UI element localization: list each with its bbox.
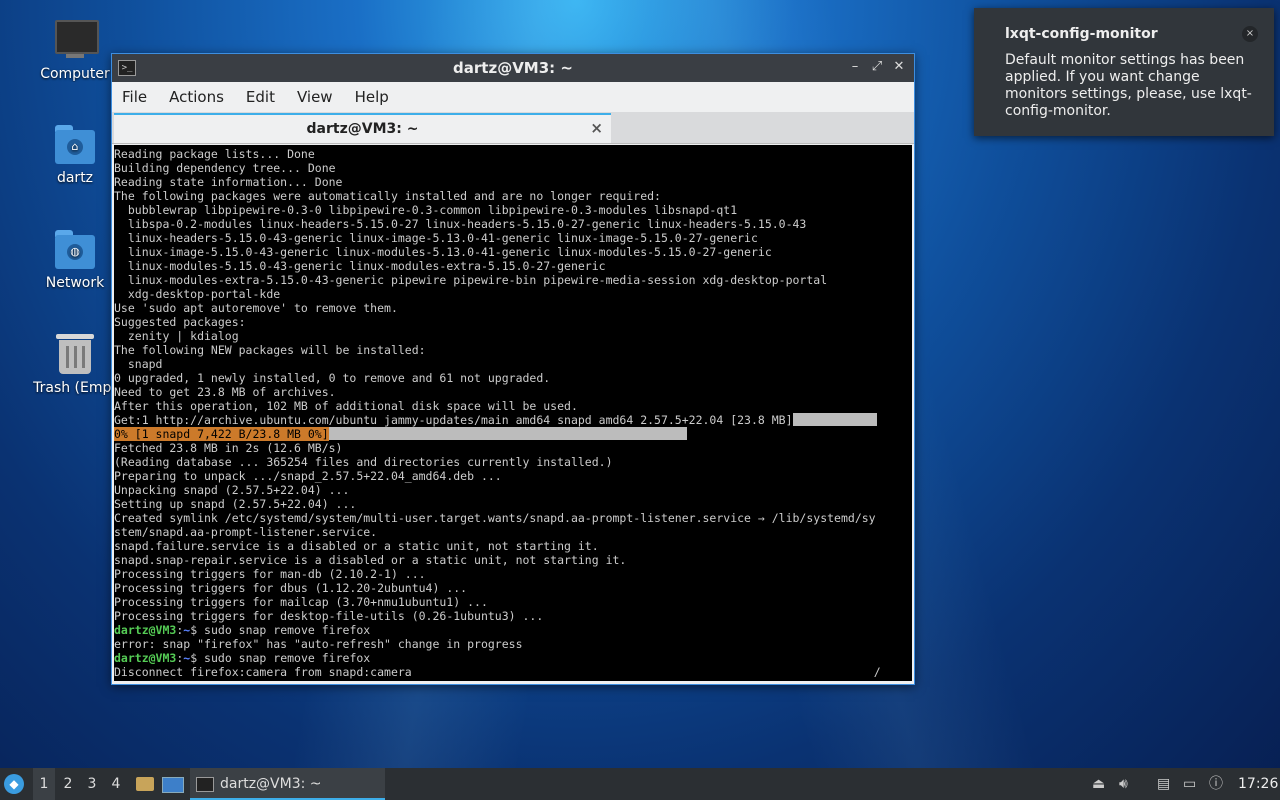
window-title: dartz@VM3: ~: [453, 59, 573, 77]
taskbar: ◆ 1 2 3 4 dartz@VM3: ~ ⏏ 🔊︎ ▤ ▭ ⓘ 17:26: [0, 768, 1280, 800]
terminal-line: Processing triggers for mailcap (3.70+nm…: [114, 595, 488, 609]
terminal-line: libspa-0.2-modules linux-headers-5.15.0-…: [114, 217, 807, 231]
progress-line: 0% [1 snapd 7,422 B/23.8 MB 0%]: [114, 427, 329, 441]
menu-view[interactable]: View: [297, 88, 333, 106]
menu-actions[interactable]: Actions: [169, 88, 224, 106]
command: sudo snap remove firefox: [197, 651, 371, 665]
terminal-line: snapd: [114, 357, 163, 371]
terminal-line: linux-image-5.15.0-43-generic linux-modu…: [114, 245, 772, 259]
desktop-icon-label: dartz: [56, 170, 94, 186]
computer-icon: [53, 18, 99, 62]
maximize-button[interactable]: ⤢: [868, 58, 886, 76]
desktop-icon-network[interactable]: ◍ Network: [30, 227, 120, 291]
command: sudo snap remove firefox: [197, 623, 371, 637]
update-notifier-icon[interactable]: ⓘ: [1209, 768, 1225, 800]
terminal-line: Disconnect firefox:camera from snapd:cam…: [114, 665, 412, 679]
terminal-task-icon: [196, 776, 214, 792]
terminal-line: Processing triggers for man-db (2.10.2-1…: [114, 567, 426, 581]
prompt-user: dartz@VM3: [114, 623, 177, 637]
lxqt-logo-icon: ◆: [4, 774, 24, 794]
terminal-line: Processing triggers for dbus (1.12.20-2u…: [114, 581, 468, 595]
desktop-icon-computer[interactable]: Computer: [30, 18, 120, 82]
terminal-line: linux-modules-5.15.0-43-generic linux-mo…: [114, 259, 606, 273]
home-folder-icon: ⌂: [53, 122, 97, 166]
terminal-line: Reading state information... Done: [114, 175, 343, 189]
terminal-line: Need to get 23.8 MB of archives.: [114, 385, 336, 399]
prompt-user: dartz@VM3: [114, 651, 177, 665]
terminal-line: Preparing to unpack .../snapd_2.57.5+22.…: [114, 469, 502, 483]
workspace-2[interactable]: 2: [57, 768, 79, 800]
terminal-line: The following packages were automaticall…: [114, 189, 661, 203]
tab-terminal[interactable]: dartz@VM3: ~ ×: [114, 113, 611, 143]
desktop-icon-trash[interactable]: Trash (Empt: [30, 332, 120, 396]
start-menu-button[interactable]: ◆: [4, 768, 28, 800]
tab-bar: dartz@VM3: ~ ×: [112, 112, 914, 144]
notification-body: Default monitor settings has been applie…: [1005, 52, 1252, 119]
terminal-line: bubblewrap libpipewire-0.3-0 libpipewire…: [114, 203, 738, 217]
terminal-line: Reading package lists... Done: [114, 147, 315, 161]
trash-icon: [53, 332, 97, 376]
desktop-icon-label: Trash (Empt: [33, 380, 117, 396]
terminal-line: Created symlink /etc/systemd/system/mult…: [114, 511, 876, 525]
terminal-line: xdg-desktop-portal-kde: [114, 287, 281, 301]
terminal-line: Fetched 23.8 MB in 2s (12.6 MB/s): [114, 441, 343, 455]
minimize-button[interactable]: –: [846, 58, 864, 76]
terminal-line: Processing triggers for desktop-file-uti…: [114, 609, 544, 623]
network-folder-icon: ◍: [53, 227, 97, 271]
terminal-line: The following NEW packages will be insta…: [114, 343, 426, 357]
terminal-line: Use 'sudo apt autoremove' to remove them…: [114, 301, 398, 315]
volume-icon[interactable]: 🔊︎: [1119, 768, 1135, 800]
terminal-line: Setting up snapd (2.57.5+22.04) ...: [114, 497, 357, 511]
close-button[interactable]: ✕: [890, 58, 908, 76]
show-desktop-icon[interactable]: [161, 768, 185, 800]
terminal-line: snapd.snap-repair.service is a disabled …: [114, 553, 627, 567]
task-label: dartz@VM3: ~: [220, 776, 322, 792]
workspace-4[interactable]: 4: [105, 768, 127, 800]
clipboard-icon[interactable]: ▤: [1157, 768, 1175, 800]
terminal-line: linux-modules-extra-5.15.0-43-generic pi…: [114, 273, 828, 287]
terminal-line: Unpacking snapd (2.57.5+22.04) ...: [114, 483, 350, 497]
terminal-line: (Reading database ... 365254 files and d…: [114, 455, 613, 469]
terminal-line: After this operation, 102 MB of addition…: [114, 399, 578, 413]
taskbar-task-terminal[interactable]: dartz@VM3: ~: [190, 768, 385, 800]
notification-title: lxqt-config-monitor: [1005, 26, 1158, 42]
network-tray-icon[interactable]: ▭: [1183, 768, 1201, 800]
terminal-window: >_ dartz@VM3: ~ – ⤢ ✕ File Actions Edit …: [111, 53, 915, 685]
get-line: Get:1 http://archive.ubuntu.com/ubuntu j…: [114, 413, 793, 427]
error-line: error: snap "firefox" has "auto-refresh"…: [114, 637, 523, 651]
menu-edit[interactable]: Edit: [246, 88, 275, 106]
clock[interactable]: 17:26: [1238, 768, 1278, 800]
tab-label: dartz@VM3: ~: [306, 121, 419, 137]
desktop-icon-label: Network: [45, 275, 105, 291]
terminal-line: linux-headers-5.15.0-43-generic linux-im…: [114, 231, 758, 245]
terminal-line: stem/snapd.aa-prompt-listener.service.: [114, 525, 378, 539]
spinner: /: [873, 665, 881, 679]
terminal-line: Suggested packages:: [114, 315, 246, 329]
terminal-line: Building dependency tree... Done: [114, 161, 336, 175]
workspace-3[interactable]: 3: [81, 768, 103, 800]
desktop-icon-home[interactable]: ⌂ dartz: [30, 122, 120, 186]
terminal-line: 0 upgraded, 1 newly installed, 0 to remo…: [114, 371, 551, 385]
terminal-line: zenity | kdialog: [114, 329, 239, 343]
terminal-output[interactable]: Reading package lists... Done Building d…: [114, 145, 912, 681]
eject-icon[interactable]: ⏏: [1092, 768, 1108, 800]
terminal-line: snapd.failure.service is a disabled or a…: [114, 539, 599, 553]
desktop-icon-label: Computer: [40, 66, 110, 82]
menu-file[interactable]: File: [122, 88, 147, 106]
notification[interactable]: lxqt-config-monitor × Default monitor se…: [974, 8, 1274, 136]
menu-help[interactable]: Help: [355, 88, 389, 106]
menu-bar: File Actions Edit View Help: [112, 82, 914, 112]
file-manager-icon[interactable]: [134, 768, 156, 800]
notification-close-icon[interactable]: ×: [1242, 26, 1258, 42]
window-titlebar[interactable]: >_ dartz@VM3: ~ – ⤢ ✕: [112, 54, 914, 82]
tab-close-icon[interactable]: ×: [590, 119, 603, 137]
workspace-1[interactable]: 1: [33, 768, 55, 800]
